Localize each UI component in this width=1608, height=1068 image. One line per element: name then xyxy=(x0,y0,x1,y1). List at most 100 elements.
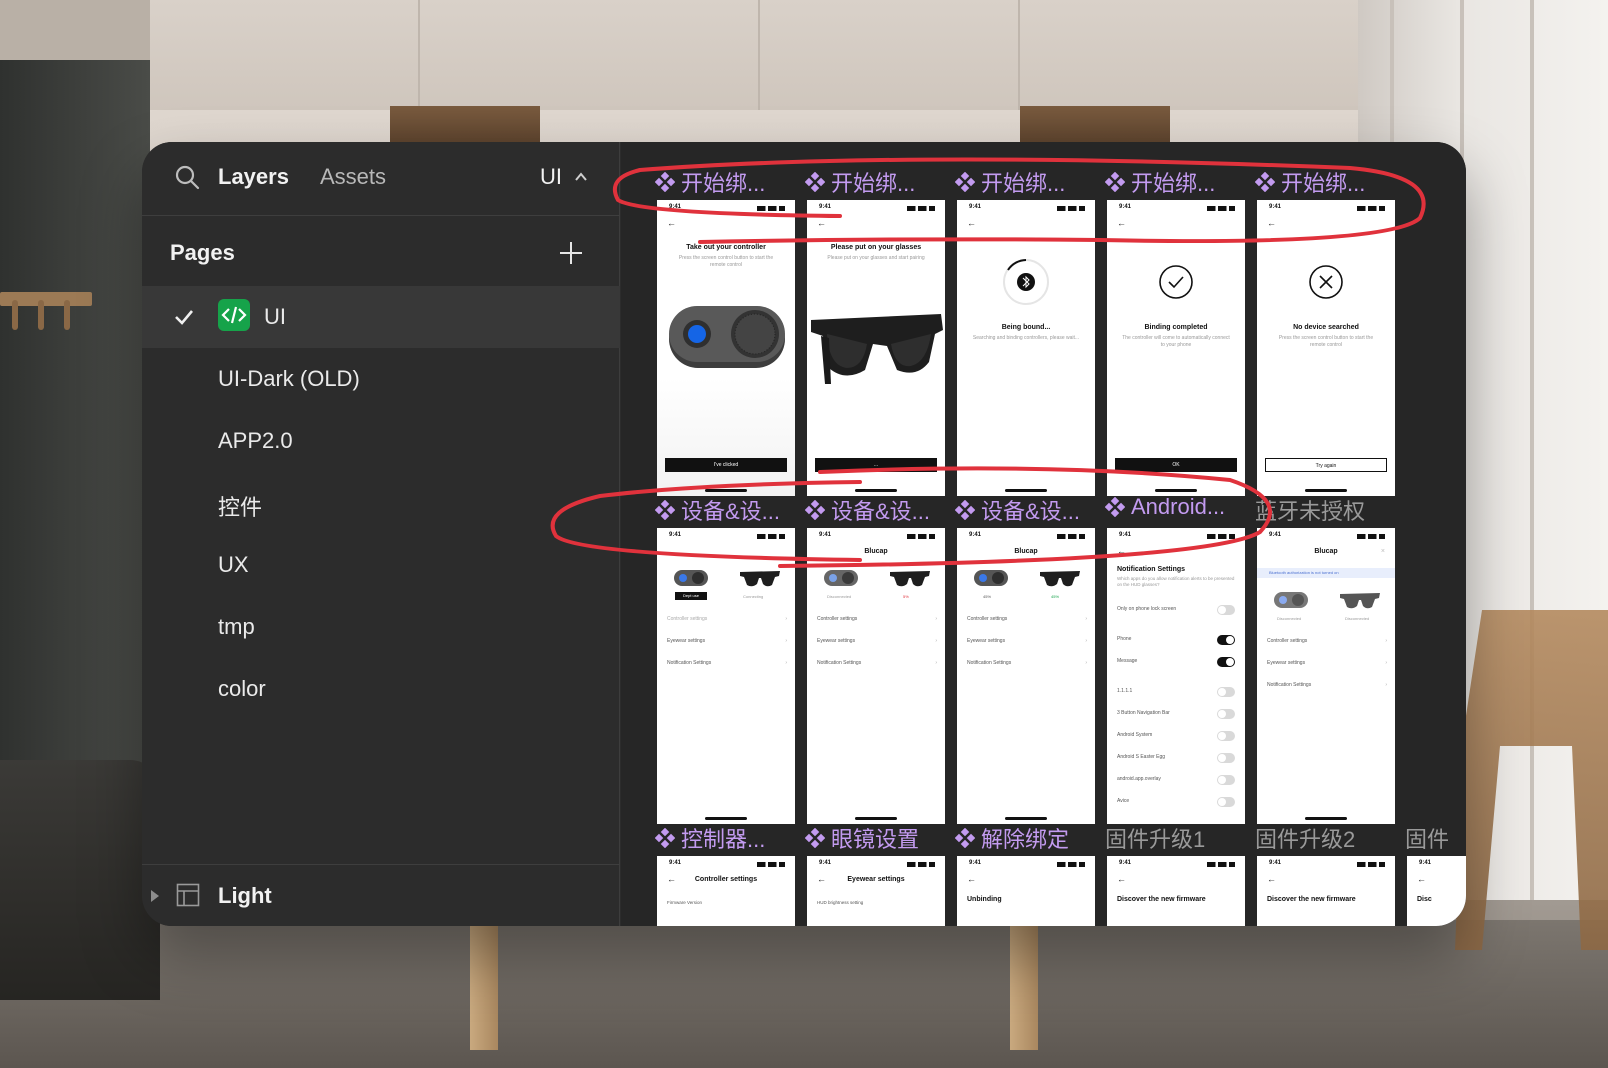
screen-device-settings-low[interactable]: 9:41 Blucap Disconnected 5% Controller s… xyxy=(807,528,945,824)
bluetooth-banner[interactable]: Bluetooth authorization is not turned on xyxy=(1257,568,1395,578)
glasses-thumb xyxy=(890,571,930,587)
frame-label[interactable]: 固件升级2 xyxy=(1255,822,1355,854)
device-title: Blucap xyxy=(1314,548,1338,555)
back-arrow-icon[interactable]: ← xyxy=(1117,218,1126,228)
frame-label[interactable]: 固件 xyxy=(1405,822,1449,854)
frame-label-text: 开始绑... xyxy=(1131,171,1216,196)
frame-label[interactable]: 开始绑... xyxy=(1255,166,1365,198)
design-canvas[interactable]: 开始绑... 开始绑... 开始绑... 开始绑... 开始绑... 9:41 … xyxy=(621,142,1466,926)
tab-assets[interactable]: Assets xyxy=(320,164,386,190)
pair-button[interactable]: ... xyxy=(815,458,937,472)
close-icon[interactable]: × xyxy=(1381,548,1385,555)
frame-label-text: 固件升级1 xyxy=(1105,827,1206,852)
settings-row-eyewear[interactable]: Eyewear settings › xyxy=(967,638,1087,648)
toggle-switch[interactable] xyxy=(1217,635,1235,645)
screen-being-bound[interactable]: 9:41 ← Being bound... Searching and bind… xyxy=(957,200,1095,496)
page-item-ui[interactable]: UI xyxy=(142,286,620,348)
screen-controller-settings[interactable]: 9:41 ← Controller settings Firmware Vers… xyxy=(657,856,795,926)
frame-label[interactable]: 开始绑... xyxy=(1105,166,1215,198)
screen-binding-completed[interactable]: 9:41 ← Binding completed The controller … xyxy=(1107,200,1245,496)
toggle-switch[interactable] xyxy=(1217,709,1235,719)
frame-label[interactable]: 设备&设... xyxy=(805,494,930,526)
settings-row-eyewear[interactable]: Eyewear settings › xyxy=(1267,660,1387,670)
screen-firmware-1[interactable]: 9:41 ← Discover the new firmware xyxy=(1107,856,1245,926)
toggle-switch[interactable] xyxy=(1217,731,1235,741)
frame-label[interactable]: Android... xyxy=(1105,494,1225,520)
toggle-switch[interactable] xyxy=(1217,687,1235,697)
screen-android-notifications[interactable]: 9:41 ← Notification Settings Which apps … xyxy=(1107,528,1245,824)
page-item-color[interactable]: color xyxy=(142,658,620,720)
chevron-up-icon[interactable] xyxy=(574,170,588,184)
back-arrow-icon[interactable]: ← xyxy=(817,218,826,228)
firmware-version-row[interactable]: Firmware Version xyxy=(667,900,702,905)
settings-row-controller[interactable]: Controller settings › xyxy=(667,616,787,626)
page-item-tmp[interactable]: tmp xyxy=(142,596,620,658)
search-icon[interactable] xyxy=(174,164,200,190)
settings-row-controller[interactable]: Controller settings › xyxy=(967,616,1087,626)
frame-label[interactable]: 开始绑... xyxy=(955,166,1065,198)
page-label: UX xyxy=(218,552,249,577)
back-arrow-icon[interactable]: ← xyxy=(1267,874,1276,884)
back-arrow-icon[interactable]: ← xyxy=(967,874,976,884)
frame-label[interactable]: 控制器... xyxy=(655,822,765,854)
dept-use-badge[interactable]: Dept use xyxy=(675,592,707,600)
page-switcher[interactable]: UI xyxy=(540,164,562,190)
frame-label[interactable]: 眼镜设置 xyxy=(805,822,919,854)
screen-no-device[interactable]: 9:41 ← No device searched Press the scre… xyxy=(1257,200,1395,496)
page-item-app2[interactable]: APP2.0 xyxy=(142,410,620,472)
settings-row-eyewear[interactable]: Eyewear settings › xyxy=(817,638,937,648)
frame-label-text: 眼镜设置 xyxy=(831,827,920,852)
frame-label[interactable]: 开始绑... xyxy=(655,166,765,198)
screen-firmware-3[interactable]: 9:41 ← Disc xyxy=(1407,856,1466,926)
settings-row-notification[interactable]: Notification Settings › xyxy=(1267,682,1387,692)
status-bar: 9:41 xyxy=(1107,204,1245,214)
screen-device-settings[interactable]: 9:41 Dept use Connecting Controller sett… xyxy=(657,528,795,824)
frame-label[interactable]: 设备&设... xyxy=(655,494,780,526)
screen-unbinding[interactable]: 9:41 ← Unbinding xyxy=(957,856,1095,926)
settings-row-notification[interactable]: Notification Settings › xyxy=(667,660,787,670)
toggle-switch[interactable] xyxy=(1217,797,1235,807)
screen-take-out-controller[interactable]: 9:41 ← Take out your controller Press th… xyxy=(657,200,795,496)
status-bar: 9:41 xyxy=(1407,860,1466,870)
toggle-switch[interactable] xyxy=(1217,753,1235,763)
page-item-ui-dark[interactable]: UI-Dark (OLD) xyxy=(142,348,620,410)
toggle-switch[interactable] xyxy=(1217,657,1235,667)
frame-label[interactable]: 设备&设... xyxy=(955,494,1080,526)
frame-label[interactable]: 开始绑... xyxy=(805,166,915,198)
caret-right-icon[interactable] xyxy=(150,889,160,903)
frame-label[interactable]: 解除绑定 xyxy=(955,822,1069,854)
try-again-button[interactable]: Try again xyxy=(1265,458,1387,472)
tab-layers[interactable]: Layers xyxy=(218,164,289,190)
toggle-switch[interactable] xyxy=(1217,605,1235,615)
ok-button[interactable]: OK xyxy=(1115,458,1237,472)
frame-label[interactable]: 蓝牙未授权 xyxy=(1255,494,1365,526)
back-arrow-icon[interactable]: ← xyxy=(967,218,976,228)
add-page-icon[interactable] xyxy=(558,240,584,266)
settings-row-controller[interactable]: Controller settings › xyxy=(1267,638,1387,648)
frame-label[interactable]: 固件升级1 xyxy=(1105,822,1205,854)
toggle-switch[interactable] xyxy=(1217,775,1235,785)
screen-firmware-2[interactable]: 9:41 ← Discover the new firmware xyxy=(1257,856,1395,926)
bg-cabinet xyxy=(150,0,420,110)
settings-row-eyewear[interactable]: Eyewear settings › xyxy=(667,638,787,648)
back-arrow-icon[interactable]: ← xyxy=(1417,874,1426,884)
back-arrow-icon[interactable]: ← xyxy=(667,218,676,228)
status-bar: 9:41 xyxy=(1257,532,1395,542)
screen-device-settings-ok[interactable]: 9:41 Blucap 45% 45% Controller settings ›… xyxy=(957,528,1095,824)
hud-brightness-row[interactable]: HUD brightness setting xyxy=(817,900,863,905)
screen-put-on-glasses[interactable]: 9:41 ← Please put on your glasses Please… xyxy=(807,200,945,496)
settings-row-controller[interactable]: Controller settings › xyxy=(817,616,937,626)
page-item-ux[interactable]: UX xyxy=(142,534,620,596)
settings-row-notification[interactable]: Notification Settings › xyxy=(817,660,937,670)
back-arrow-icon[interactable]: ← xyxy=(1117,874,1126,884)
page-item-controls[interactable]: 控件 xyxy=(142,472,620,534)
component-icon xyxy=(1255,172,1275,192)
screen-bluetooth-unauthorized[interactable]: 9:41 Blucap × Bluetooth authorization is… xyxy=(1257,528,1395,824)
settings-row-notification[interactable]: Notification Settings › xyxy=(967,660,1087,670)
back-arrow-icon[interactable]: ← xyxy=(1267,218,1276,228)
frame-label-text: 开始绑... xyxy=(681,171,766,196)
ive-clicked-button[interactable]: I've clicked xyxy=(665,458,787,472)
layer-row-light[interactable]: Light xyxy=(142,864,620,926)
back-arrow-icon[interactable]: ← xyxy=(1117,546,1126,556)
screen-eyewear-settings[interactable]: 9:41 ← Eyewear settings HUD brightness s… xyxy=(807,856,945,926)
